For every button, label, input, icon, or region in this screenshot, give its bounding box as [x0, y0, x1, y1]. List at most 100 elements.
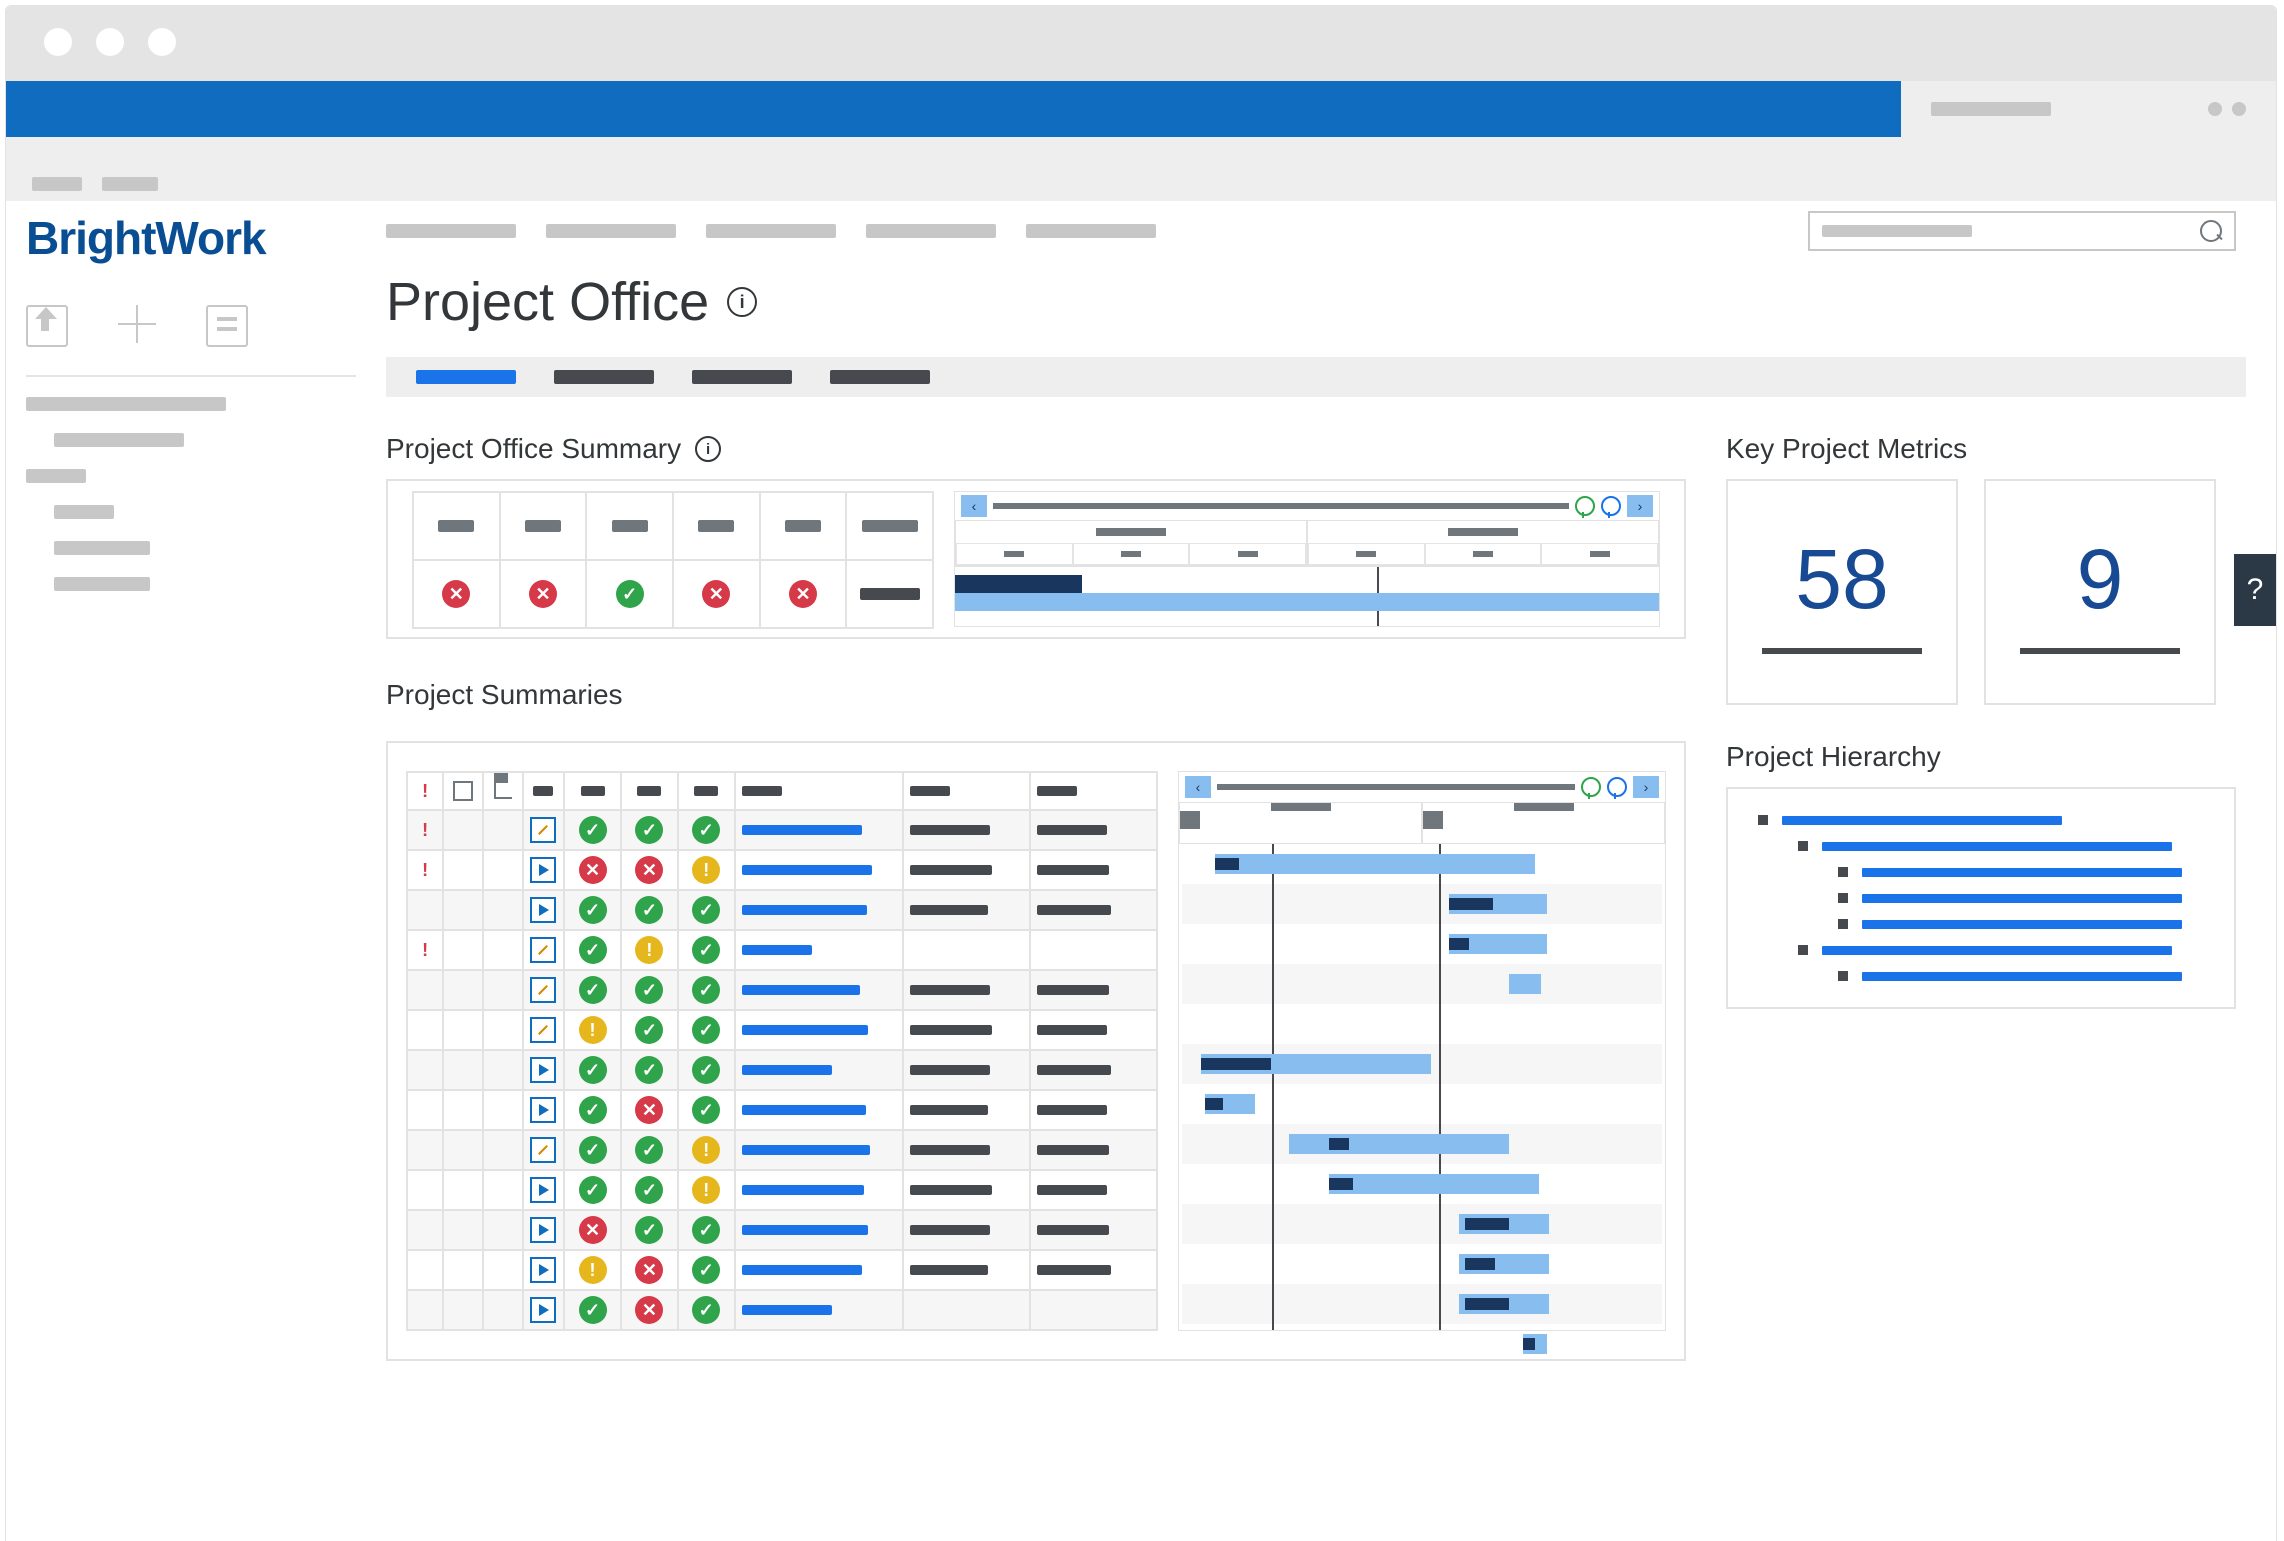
gantt-bar[interactable]: [1215, 854, 1535, 874]
table-cell: [903, 1250, 1030, 1290]
table-cell: [903, 1170, 1030, 1210]
info-icon[interactable]: i: [695, 436, 721, 462]
table-row[interactable]: ✓✓!: [407, 1130, 1157, 1170]
project-gantt: ‹ ›: [1178, 771, 1666, 1331]
section-title-hierarchy: Project Hierarchy: [1726, 741, 2236, 773]
window-control-maximize[interactable]: [148, 28, 176, 56]
table-cell: [443, 930, 483, 970]
office-summary-panel: ✕✕✓✕✕ ‹ ›: [386, 479, 1686, 639]
table-row[interactable]: !✓✓: [407, 1010, 1157, 1050]
help-tab[interactable]: ?: [2234, 554, 2276, 626]
table-cell: [903, 890, 1030, 930]
tab-item[interactable]: [554, 370, 654, 384]
gantt-prev-icon[interactable]: ‹: [1185, 776, 1211, 798]
table-header[interactable]: [1030, 772, 1157, 810]
sidebar-item[interactable]: [54, 541, 150, 555]
tab-active[interactable]: [416, 370, 516, 384]
gantt-prev-icon[interactable]: ‹: [961, 495, 987, 517]
nav-item[interactable]: [546, 224, 676, 238]
gantt-tool-placeholder: [993, 503, 1569, 509]
sidebar-item[interactable]: [26, 469, 86, 483]
nav-item[interactable]: [866, 224, 996, 238]
gantt-next-icon[interactable]: ›: [1633, 776, 1659, 798]
check-icon: ✓: [692, 816, 720, 844]
table-row[interactable]: !✕✕!: [407, 850, 1157, 890]
suite-settings-icon[interactable]: [2208, 102, 2222, 116]
table-row[interactable]: ✓✕✓: [407, 1090, 1157, 1130]
table-row[interactable]: !✓!✓: [407, 930, 1157, 970]
move-icon[interactable]: [118, 305, 156, 343]
table-header[interactable]: [735, 772, 903, 810]
metric-card[interactable]: 58: [1726, 479, 1958, 705]
window-control-minimize[interactable]: [96, 28, 124, 56]
table-header[interactable]: [678, 772, 735, 810]
table-row[interactable]: ✓✓!: [407, 1170, 1157, 1210]
hierarchy-item[interactable]: [1758, 919, 2204, 929]
metric-card[interactable]: 9: [1984, 479, 2216, 705]
table-header[interactable]: [621, 772, 678, 810]
gantt-marker-green-icon[interactable]: [1575, 496, 1595, 516]
gantt-progress-bar: [1205, 1098, 1223, 1110]
bullet-icon: [1838, 971, 1848, 981]
table-row[interactable]: ✕✓✓: [407, 1210, 1157, 1250]
search-input[interactable]: [1808, 211, 2236, 251]
bullet-icon: [1798, 945, 1808, 955]
hierarchy-item[interactable]: [1758, 971, 2204, 981]
nav-item[interactable]: [1026, 224, 1156, 238]
table-cell: [735, 1050, 903, 1090]
table-cell: [523, 1210, 564, 1250]
table-header[interactable]: [483, 772, 523, 810]
tab-item[interactable]: [692, 370, 792, 384]
upload-icon[interactable]: [26, 305, 68, 347]
sidebar-item[interactable]: [54, 577, 150, 591]
table-cell: !: [621, 930, 678, 970]
table-header[interactable]: [903, 772, 1030, 810]
window-control-close[interactable]: [44, 28, 72, 56]
table-row[interactable]: !✓✓✓: [407, 810, 1157, 850]
crumb-item[interactable]: [32, 177, 82, 191]
table-header[interactable]: !: [407, 772, 443, 810]
check-icon: ✓: [635, 1136, 663, 1164]
check-icon: ✓: [692, 1256, 720, 1284]
hierarchy-item[interactable]: [1758, 945, 2204, 955]
hierarchy-item[interactable]: [1758, 815, 2204, 825]
gantt-bar[interactable]: [1289, 1134, 1509, 1154]
gantt-bar[interactable]: [1509, 974, 1541, 994]
table-header[interactable]: [564, 772, 621, 810]
table-cell: ✓: [678, 1290, 735, 1330]
table-row[interactable]: !✕✓: [407, 1250, 1157, 1290]
tab-item[interactable]: [830, 370, 930, 384]
suite-help-icon[interactable]: [2232, 102, 2246, 116]
check-icon: ✓: [616, 580, 644, 608]
document-icon[interactable]: [206, 305, 248, 347]
table-row[interactable]: ✓✕✓: [407, 1290, 1157, 1330]
info-icon[interactable]: i: [727, 287, 757, 317]
gantt-next-icon[interactable]: ›: [1627, 495, 1653, 517]
table-cell: [1030, 890, 1157, 930]
nav-item[interactable]: [386, 224, 516, 238]
office-status-table: ✕✕✓✕✕: [412, 491, 934, 629]
table-row[interactable]: ✓✓✓: [407, 970, 1157, 1010]
table-cell: [903, 930, 1030, 970]
hierarchy-item[interactable]: [1758, 841, 2204, 851]
gantt-marker-blue-icon[interactable]: [1601, 496, 1621, 516]
sidebar-item[interactable]: [26, 397, 226, 411]
table-row[interactable]: ✓✓✓: [407, 890, 1157, 930]
gantt-marker-blue-icon[interactable]: [1607, 777, 1627, 797]
crumb-item[interactable]: [102, 177, 158, 191]
hierarchy-item[interactable]: [1758, 893, 2204, 903]
table-header[interactable]: [443, 772, 483, 810]
sidebar-item[interactable]: [54, 433, 184, 447]
gantt-bar[interactable]: [1329, 1174, 1539, 1194]
table-cell: ✓: [678, 1210, 735, 1250]
table-cell: [483, 850, 523, 890]
hierarchy-label: [1862, 894, 2182, 903]
nav-item[interactable]: [706, 224, 836, 238]
sidebar-item[interactable]: [54, 505, 114, 519]
table-header[interactable]: [523, 772, 564, 810]
table-cell: !: [678, 1170, 735, 1210]
hierarchy-item[interactable]: [1758, 867, 2204, 877]
gantt-marker-green-icon[interactable]: [1581, 777, 1601, 797]
gantt-progress-bar: [1215, 858, 1239, 870]
table-row[interactable]: ✓✓✓: [407, 1050, 1157, 1090]
